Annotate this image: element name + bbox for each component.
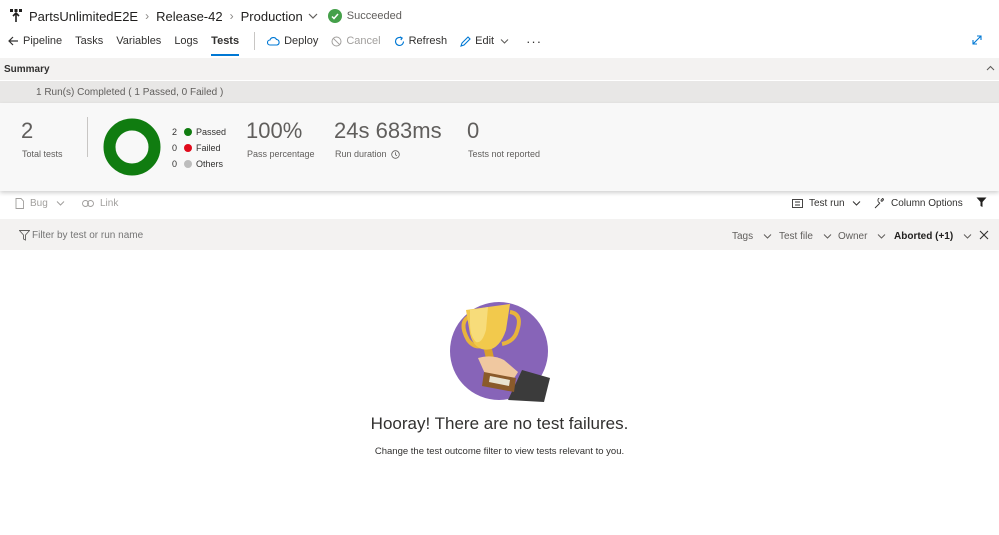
clear-filter-icon[interactable] — [979, 230, 989, 240]
cancel-button[interactable]: Cancel — [331, 31, 381, 51]
release-pipeline-icon — [10, 9, 22, 23]
run-duration-label: Run duration — [335, 149, 387, 159]
status-badge: Succeeded — [327, 9, 402, 23]
run-duration-value: 24s 683ms — [334, 118, 442, 143]
refresh-button[interactable]: Refresh — [394, 31, 447, 51]
owner-filter-dropdown[interactable]: Owner — [838, 229, 886, 243]
breadcrumb: PartsUnlimitedE2E › Release-42 › Product… — [10, 6, 402, 26]
refresh-icon — [394, 35, 409, 47]
link-button[interactable]: Link — [82, 196, 118, 210]
deploy-button[interactable]: Deploy — [267, 31, 318, 51]
legend-passed: 2 Passed — [172, 127, 227, 137]
outcome-filter-dropdown[interactable]: Aborted (+1) — [894, 229, 972, 243]
wrench-icon — [874, 197, 885, 209]
breadcrumb-stage[interactable]: Production — [241, 9, 303, 24]
empty-state-title: Hooray! There are no test failures. — [370, 414, 629, 433]
chevron-up-icon[interactable] — [986, 65, 995, 71]
tags-filter-dropdown[interactable]: Tags — [732, 229, 772, 243]
cancel-icon — [331, 36, 346, 47]
tests-not-reported-label: Tests not reported — [468, 149, 541, 159]
pass-percentage-value: 100% — [246, 118, 303, 143]
bug-button[interactable]: Bug — [15, 196, 65, 210]
group-by-icon — [792, 198, 803, 208]
tests-not-reported-value: 0 — [467, 118, 480, 143]
summary-divider — [87, 117, 88, 157]
test-file-filter-dropdown[interactable]: Test file — [779, 229, 832, 243]
filter-funnel-icon[interactable] — [976, 197, 987, 208]
cloud-icon — [267, 36, 284, 46]
chevron-down-icon — [763, 233, 772, 239]
link-icon — [82, 199, 94, 207]
filter-icon — [19, 230, 30, 241]
test-run-group-button[interactable]: Test run — [792, 196, 861, 210]
runs-summary-bar: 1 Run(s) Completed ( 1 Passed, 0 Failed … — [0, 81, 999, 103]
pass-percentage-label: Pass percentage — [247, 149, 315, 159]
outcome-donut-chart — [103, 118, 161, 176]
edit-button[interactable]: Edit — [460, 31, 513, 51]
breadcrumb-project[interactable]: PartsUnlimitedE2E — [29, 9, 138, 24]
toolbar-divider — [254, 32, 256, 50]
breadcrumb-release[interactable]: Release-42 — [156, 9, 223, 24]
chevron-down-icon — [877, 233, 886, 239]
total-tests-value: 2 — [21, 118, 34, 143]
chevron-down-icon — [852, 200, 861, 206]
tab-logs[interactable]: Logs — [174, 31, 198, 51]
toolbar: Pipeline Tasks Variables Logs Tests Depl… — [8, 31, 555, 56]
back-to-pipeline-button[interactable]: Pipeline — [8, 31, 62, 51]
arrow-left-icon — [8, 36, 23, 46]
trophy-illustration-icon — [448, 300, 550, 402]
legend-failed: 0 Failed — [172, 143, 221, 153]
tab-tests[interactable]: Tests — [211, 31, 239, 56]
tab-variables[interactable]: Variables — [116, 31, 161, 51]
chevron-right-icon: › — [145, 9, 150, 23]
more-options-button[interactable]: ··· — [526, 31, 542, 51]
outcome-legend: 2 Passed 0 Failed 0 Others — [172, 125, 226, 171]
summary-title: Summary — [4, 64, 50, 75]
checkmark-icon — [327, 9, 342, 23]
run-duration-label-group: Run duration — [335, 149, 400, 159]
bug-icon — [15, 197, 24, 209]
donut-passed-ring — [103, 118, 161, 176]
others-dot-icon — [184, 160, 192, 168]
info-icon[interactable] — [390, 149, 400, 159]
chevron-down-icon — [963, 233, 972, 239]
runs-summary-text: 1 Run(s) Completed ( 1 Passed, 0 Failed … — [36, 87, 224, 98]
chevron-right-icon: › — [229, 9, 234, 23]
expand-icon[interactable] — [972, 35, 982, 45]
status-text: Succeeded — [346, 10, 402, 22]
legend-others: 0 Others — [172, 159, 224, 169]
pencil-icon — [460, 35, 475, 47]
chevron-down-icon — [500, 38, 513, 44]
total-tests-label: Total tests — [22, 149, 63, 159]
empty-state-subtitle: Change the test outcome filter to view t… — [374, 446, 625, 457]
column-options-button[interactable]: Column Options — [874, 196, 963, 210]
summary-header[interactable]: Summary — [0, 58, 999, 80]
tab-tasks[interactable]: Tasks — [75, 31, 103, 51]
passed-dot-icon — [184, 128, 192, 136]
failed-dot-icon — [184, 144, 192, 152]
chevron-down-icon — [56, 200, 65, 206]
filter-input[interactable] — [32, 227, 332, 243]
chevron-down-icon — [823, 233, 832, 239]
chevron-down-icon[interactable] — [308, 13, 318, 19]
